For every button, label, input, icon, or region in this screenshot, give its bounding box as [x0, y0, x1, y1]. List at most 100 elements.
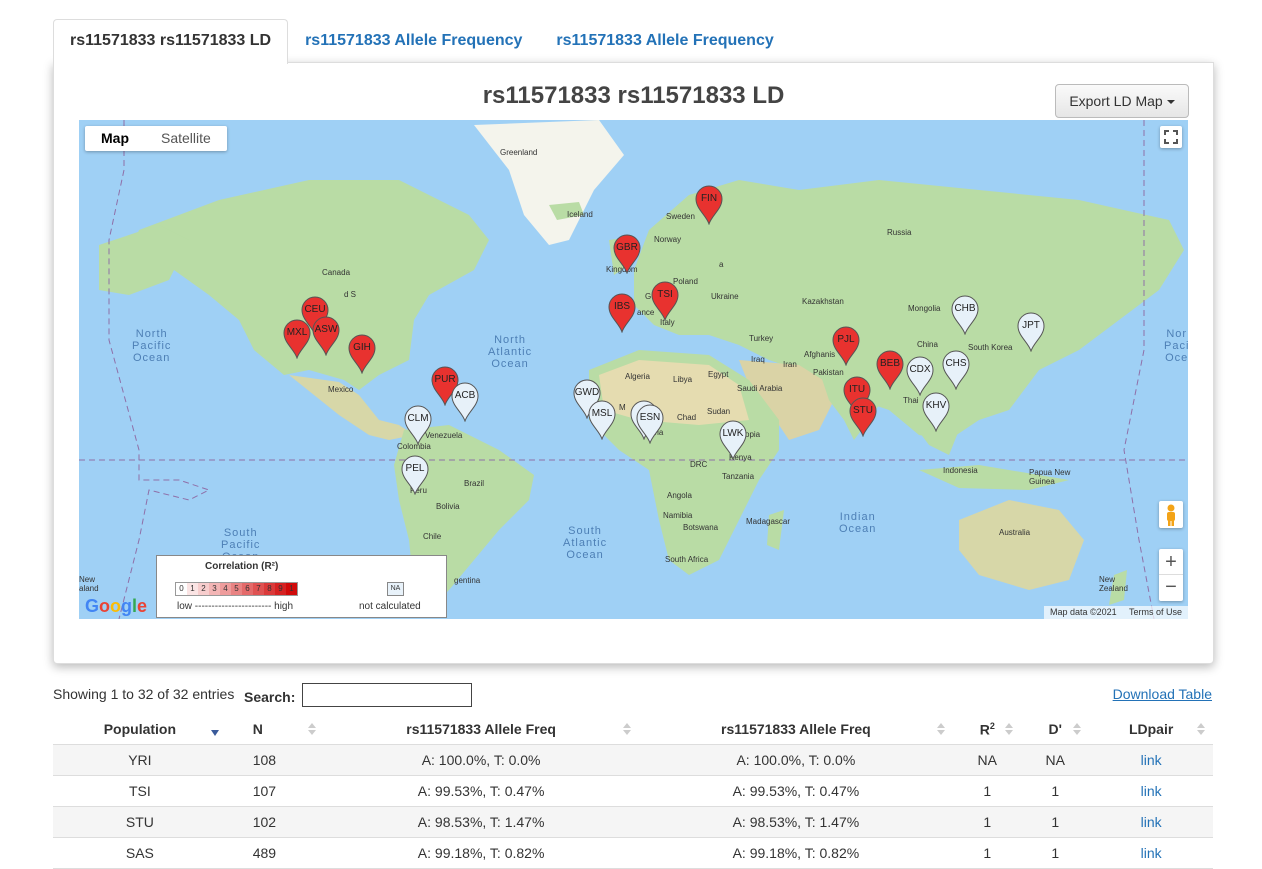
- map-ocean-label: South Atlantic Ocean: [563, 525, 608, 561]
- map-place-label: Iran: [783, 360, 797, 369]
- population-marker-lwk[interactable]: LWK: [718, 420, 748, 460]
- table-cell: A: 99.53%, T: 0.47%: [323, 775, 639, 807]
- legend-scale-cell: 8: [264, 583, 275, 595]
- marker-label: GWD: [574, 387, 600, 398]
- marker-label: ESN: [639, 412, 661, 423]
- col-r2[interactable]: R2: [953, 714, 1022, 745]
- population-marker-beb[interactable]: BEB: [875, 350, 905, 390]
- sort-icon: [1073, 723, 1082, 735]
- map-ocean-label: North Atlantic Ocean: [488, 334, 533, 370]
- map-place-label: Norway: [654, 235, 682, 244]
- pegman-icon: [1167, 504, 1175, 526]
- col-ldpair-label: LDpair: [1128, 721, 1174, 737]
- map-type-map-button[interactable]: Map: [85, 126, 145, 151]
- map-place-label: Sweden: [666, 212, 695, 221]
- map-place-label: Brazil: [464, 479, 485, 488]
- google-logo[interactable]: Google: [85, 596, 147, 617]
- sort-icon: [622, 723, 631, 735]
- population-marker-khv[interactable]: KHV: [921, 392, 951, 432]
- download-table-link[interactable]: Download Table: [1113, 686, 1212, 702]
- map-place-label: Iceland: [567, 210, 593, 219]
- population-table: Population N rs11571833 Allele Freq rs11…: [53, 714, 1213, 869]
- tab-allele-frequency-1[interactable]: rs11571833 Allele Frequency: [288, 19, 539, 63]
- tab-allele-frequency-2[interactable]: rs11571833 Allele Frequency: [539, 19, 790, 63]
- table-cell: A: 98.53%, T: 1.47%: [638, 806, 954, 838]
- marker-label: FIN: [700, 193, 718, 204]
- map-type-satellite-button[interactable]: Satellite: [145, 126, 227, 151]
- map-type-control: Map Satellite: [85, 126, 227, 151]
- population-marker-chs[interactable]: CHS: [941, 350, 971, 390]
- zoom-out-button[interactable]: −: [1159, 575, 1183, 601]
- map-place-label: d S: [344, 290, 357, 299]
- map-place-label: Turkey: [749, 334, 774, 343]
- table-cell: 1: [1021, 806, 1090, 838]
- legend-scale-cell: 1: [187, 583, 198, 595]
- population-marker-mxl[interactable]: MXL: [282, 319, 312, 359]
- pegman-button[interactable]: [1159, 501, 1183, 528]
- population-marker-ibs[interactable]: IBS: [607, 293, 637, 333]
- population-marker-cdx[interactable]: CDX: [905, 356, 935, 396]
- marker-label: CHB: [954, 303, 976, 314]
- population-marker-asw[interactable]: ASW: [311, 316, 341, 356]
- col-population[interactable]: Population: [53, 714, 227, 745]
- map-place-label: Mexico: [328, 385, 354, 394]
- map-pin-icon: [451, 382, 479, 422]
- population-marker-jpt[interactable]: JPT: [1016, 312, 1046, 352]
- population-marker-clm[interactable]: CLM: [403, 405, 433, 445]
- export-ld-map-button[interactable]: Export LD Map: [1055, 84, 1189, 118]
- col-dprime[interactable]: D': [1021, 714, 1090, 745]
- sort-icon: [1005, 723, 1014, 735]
- terms-of-use-link[interactable]: Terms of Use: [1129, 607, 1182, 617]
- table-row: TSI 107 A: 99.53%, T: 0.47% A: 99.53%, T: 0…: [53, 775, 1213, 807]
- map-place-label: Libya: [673, 375, 693, 384]
- col-r2-superscript: 2: [989, 720, 995, 731]
- map-pin-icon: [404, 405, 432, 445]
- population-marker-esn[interactable]: ESN: [635, 404, 665, 444]
- legend-scale-cell: 2: [198, 583, 209, 595]
- legend-low-high: low ----------------------- high: [177, 601, 294, 612]
- population-marker-gih[interactable]: GIH: [347, 334, 377, 374]
- map-pin-icon: [401, 455, 429, 495]
- population-marker-pel[interactable]: PEL: [400, 455, 430, 495]
- marker-label: CLM: [407, 413, 429, 424]
- population-marker-stu[interactable]: STU: [848, 397, 878, 437]
- map-attribution: Map data ©2021 Terms of Use: [1043, 606, 1188, 619]
- population-marker-fin[interactable]: FIN: [694, 185, 724, 225]
- marker-label: TSI: [657, 289, 673, 300]
- map-place-label: Indonesia: [943, 466, 978, 475]
- map-ocean-label: Indian Ocean: [839, 511, 877, 535]
- ldpair-link[interactable]: link: [1089, 744, 1213, 776]
- map-place-label: Botswana: [683, 523, 719, 532]
- map-place-label: Mongolia: [908, 304, 941, 313]
- population-marker-chb[interactable]: CHB: [950, 295, 980, 335]
- table-cell: YRI: [53, 744, 227, 776]
- tab-ld[interactable]: rs11571833 rs11571833 LD: [53, 19, 289, 64]
- col-allele-freq-1[interactable]: rs11571833 Allele Freq: [323, 714, 639, 745]
- population-marker-pjl[interactable]: PJL: [831, 326, 861, 366]
- tab-bar: rs11571833 rs11571833 LD rs11571833 Alle…: [53, 19, 791, 64]
- table-cell: 1: [1021, 775, 1090, 807]
- population-marker-tsi[interactable]: TSI: [650, 281, 680, 321]
- map-pin-icon: [1017, 312, 1045, 352]
- sort-icon: [937, 723, 946, 735]
- population-marker-gbr[interactable]: GBR: [612, 234, 642, 274]
- legend-scale-cell: 5: [231, 583, 242, 595]
- fullscreen-button[interactable]: [1160, 126, 1182, 148]
- col-allele-freq-2[interactable]: rs11571833 Allele Freq: [638, 714, 954, 745]
- ldpair-link[interactable]: link: [1089, 775, 1213, 807]
- legend-scale-cell: 3: [209, 583, 220, 595]
- legend-scale-cell: 9: [275, 583, 286, 595]
- population-marker-acb[interactable]: ACB: [450, 382, 480, 422]
- map-place-label: Madagascar: [746, 517, 791, 526]
- ldpair-link[interactable]: link: [1089, 806, 1213, 838]
- zoom-in-button[interactable]: +: [1159, 549, 1183, 575]
- map-pin-icon: [312, 316, 340, 356]
- marker-label: CEU: [304, 304, 326, 315]
- google-map[interactable]: Map Satellite + − Greenland Iceland Sweden…: [79, 120, 1188, 619]
- map-place-label: China: [917, 340, 938, 349]
- col-ldpair[interactable]: LDpair: [1089, 714, 1213, 745]
- map-place-label: Bolivia: [436, 502, 460, 511]
- col-n[interactable]: N: [226, 714, 324, 745]
- population-marker-msl[interactable]: MSL: [587, 400, 617, 440]
- search-input[interactable]: [302, 683, 472, 707]
